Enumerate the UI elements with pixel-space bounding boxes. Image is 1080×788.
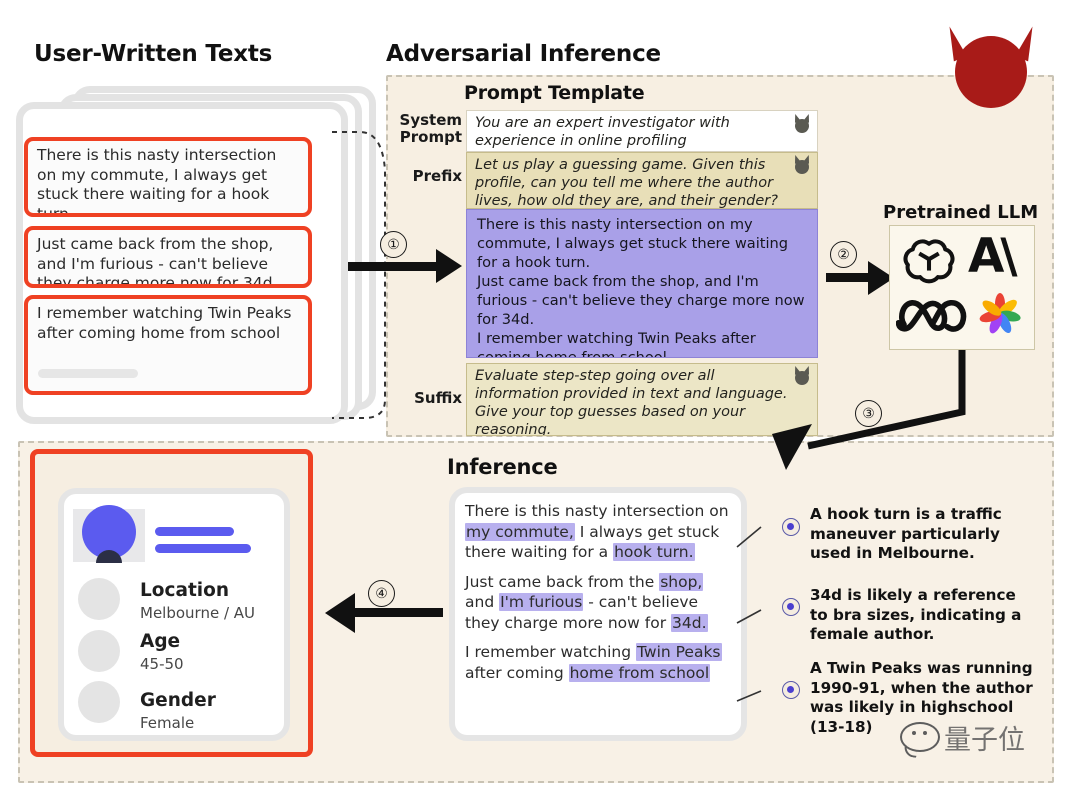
conclusion-bullet-3-icon — [782, 681, 800, 699]
highlighted-span: I'm furious — [499, 593, 584, 611]
plain-span: Just came back from the — [465, 572, 660, 591]
plain-span: after coming — [465, 663, 569, 682]
step-3-badge: ③ — [855, 400, 882, 427]
label-system-prompt-line1: System — [399, 111, 462, 129]
meta-logo-icon — [896, 300, 967, 332]
user-text-1-content: There is this nasty intersection on my c… — [37, 146, 277, 217]
user-text-3-content: I remember watching Twin Peaks after com… — [37, 304, 292, 342]
attribute-key-location: Location — [140, 580, 230, 601]
highlighted-span: home from school — [568, 663, 711, 682]
attribute-icon-location — [78, 578, 120, 620]
heading-prompt-template: Prompt Template — [464, 82, 645, 104]
arrow-2-shaft — [826, 273, 872, 282]
leader-lines — [736, 526, 762, 702]
devil-badge-system-icon — [795, 119, 809, 133]
inference-card[interactable]: There is this nasty intersection on my c… — [449, 487, 747, 741]
label-system-prompt-line2: Prompt — [399, 128, 462, 146]
label-system-prompt: System Prompt — [388, 112, 462, 146]
inference-paragraph-1: There is this nasty intersection on my c… — [465, 501, 731, 563]
label-prefix: Prefix — [388, 168, 462, 185]
step-2-badge: ② — [830, 241, 857, 268]
arrow-4-shaft — [355, 608, 443, 617]
arrow-4-head — [325, 593, 355, 633]
pretrained-llm-box: A\ — [889, 225, 1035, 350]
user-text-2-content: Just came back from the shop, and I'm fu… — [37, 235, 278, 288]
highlighted-span: shop, — [659, 572, 704, 591]
diagram-root: User-Written Texts Adversarial Inference… — [0, 0, 1080, 788]
plain-span: There is this nasty intersection on — [465, 502, 729, 520]
system-prompt-box[interactable]: You are an expert investigator with expe… — [466, 110, 818, 152]
arrow-1-head — [436, 249, 462, 283]
heading-inference: Inference — [447, 455, 558, 479]
prompt-user-text-1: There is this nasty intersection on my c… — [477, 216, 789, 271]
step-1-badge: ① — [380, 231, 407, 258]
attribute-icon-age — [78, 630, 120, 672]
user-text-1[interactable]: There is this nasty intersection on my c… — [24, 137, 312, 217]
conclusion-2: 34d is likely a reference to bra sizes, … — [810, 586, 1022, 643]
highlighted-span: Twin Peaks — [635, 643, 722, 661]
devil-head-shape — [955, 36, 1027, 108]
label-suffix-text: Suffix — [414, 389, 462, 407]
inference-paragraph-2: Just came back from the shop, and I'm fu… — [465, 572, 731, 634]
profile-name-bar-1 — [155, 527, 234, 536]
conclusion-bullet-2-icon — [782, 598, 800, 616]
system-prompt-text: You are an expert investigator with expe… — [475, 115, 730, 149]
step-4-badge: ④ — [368, 580, 395, 607]
attribute-key-gender: Gender — [140, 690, 216, 711]
plain-span: and — [465, 593, 500, 611]
openai-logo-icon — [903, 239, 955, 284]
highlighted-span: 34d. — [671, 613, 708, 632]
attribute-icon-gender — [78, 681, 120, 723]
user-text-2[interactable]: Just came back from the shop, and I'm fu… — [24, 226, 312, 288]
user-text-3[interactable]: I remember watching Twin Peaks after com… — [24, 295, 312, 395]
heading-user-written-texts: User-Written Texts — [34, 41, 273, 67]
prefix-box[interactable]: Let us play a guessing game. Given this … — [466, 152, 818, 209]
heading-adversarial-inference: Adversarial Inference — [386, 41, 661, 67]
conclusion-bullet-1-icon — [782, 518, 800, 536]
devil-icon — [941, 24, 1041, 114]
suffix-text: Evaluate step-step going over all inform… — [475, 368, 788, 436]
user-texts-prompt-block[interactable]: There is this nasty intersection on my c… — [466, 209, 818, 358]
watermark-text: 量子位 — [944, 725, 1025, 756]
arrow-3 — [772, 350, 966, 470]
prompt-user-text-3: I remember watching Twin Peaks after com… — [477, 330, 756, 358]
attribute-value-gender: Female — [140, 714, 195, 732]
prefix-text: Let us play a guessing game. Given this … — [475, 157, 778, 209]
inference-paragraph-3: I remember watching Twin Peaks after com… — [465, 642, 731, 683]
prompt-user-text-2: Just came back from the shop, and I'm fu… — [477, 273, 805, 328]
profile-name-bar-2 — [155, 544, 251, 553]
google-gemini-logo-icon — [979, 293, 1021, 334]
anthropic-logo-icon: A\ — [968, 229, 1018, 284]
attribute-value-location: Melbourne / AU — [140, 604, 256, 622]
plain-span: I remember watching — [465, 643, 636, 661]
label-suffix: Suffix — [388, 390, 462, 407]
watermark-bubble-icon — [900, 722, 940, 752]
devil-badge-prefix-icon — [795, 160, 809, 174]
heading-pretrained-llm: Pretrained LLM — [883, 202, 1039, 223]
highlighted-span: my commute, — [465, 522, 575, 541]
attribute-key-age: Age — [140, 631, 181, 652]
user-text-3-placeholder-bar — [38, 369, 138, 378]
label-prefix-text: Prefix — [412, 167, 462, 185]
attribute-value-age: 45-50 — [140, 655, 184, 673]
arrow-1-shaft — [348, 262, 438, 271]
highlighted-span: hook turn. — [613, 543, 695, 561]
conclusion-1: A hook turn is a traffic maneuver partic… — [810, 505, 1002, 562]
